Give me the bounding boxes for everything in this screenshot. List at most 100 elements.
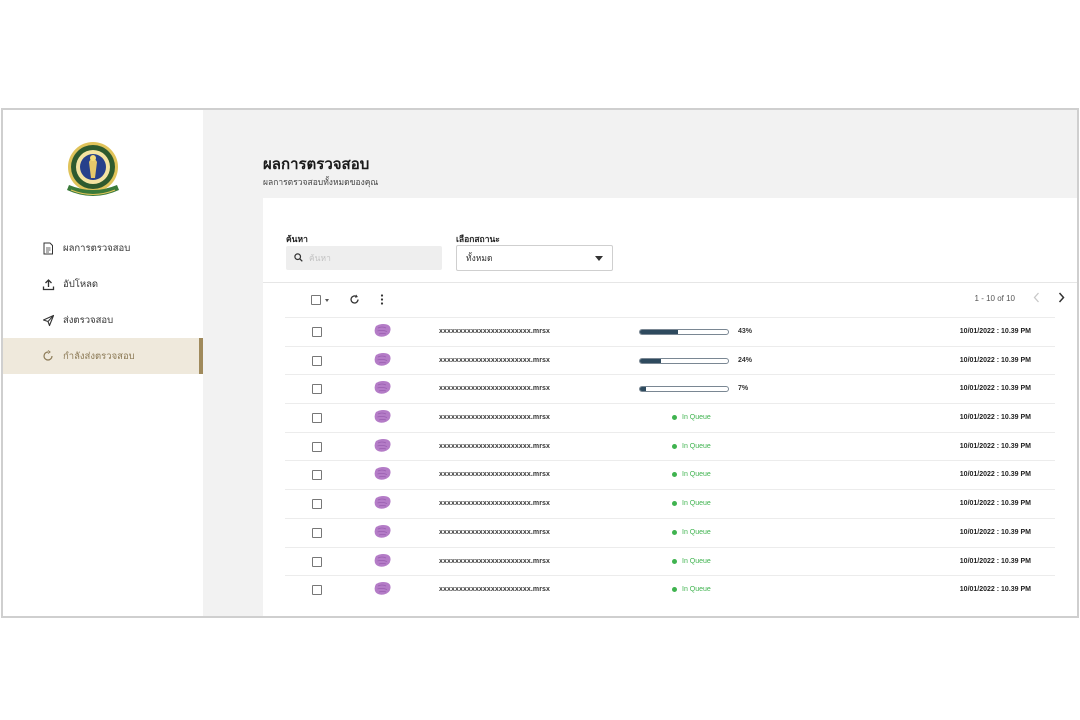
row-checkbox[interactable] <box>312 355 322 366</box>
pagination-text: 1 - 10 of 10 <box>974 293 1015 303</box>
chevron-right-icon[interactable] <box>1058 292 1065 304</box>
row-checkbox[interactable] <box>312 384 322 395</box>
file-thumbnail-icon <box>373 438 392 453</box>
file-thumbnail-icon <box>373 409 392 424</box>
row-checkbox[interactable] <box>312 413 322 424</box>
status-label: เลือกสถานะ <box>456 234 500 244</box>
table-row[interactable]: xxxxxxxxxxxxxxxxxxxxxxx.mrsx 24% 10/01/202… <box>285 345 1055 375</box>
table-row[interactable]: xxxxxxxxxxxxxxxxxxxxxxx.mrsx In Queue 10/0… <box>285 489 1055 518</box>
status-text: In Queue <box>682 471 711 479</box>
status-badge: In Queue <box>672 558 711 565</box>
chevron-down-icon <box>595 255 603 261</box>
divider <box>263 282 1077 283</box>
search-field[interactable] <box>286 246 442 270</box>
page-subtitle: ผลการตรวจสอบทั้งหมดของคุณ <box>263 177 379 187</box>
row-date: 10/01/2022 : 10.39 PM <box>959 356 1031 364</box>
more-vertical-icon[interactable] <box>380 293 384 307</box>
status-text: In Queue <box>682 414 711 422</box>
file-name: xxxxxxxxxxxxxxxxxxxxxxx.mrsx <box>439 586 551 594</box>
progress-fill <box>640 330 678 334</box>
file-thumbnail-icon <box>373 581 392 596</box>
progress-bar <box>639 329 729 335</box>
status-text: In Queue <box>682 442 711 450</box>
sidebar-item-label: ส่งตรวจสอบ <box>63 314 114 326</box>
refresh-icon[interactable] <box>349 294 360 307</box>
status-dot-icon <box>672 415 677 421</box>
progress-percent: 24% <box>738 356 753 364</box>
status-text: In Queue <box>682 557 711 565</box>
status-badge: In Queue <box>672 414 711 421</box>
table-row[interactable]: xxxxxxxxxxxxxxxxxxxxxxx.mrsx In Queue 10/0… <box>285 431 1055 461</box>
file-name: xxxxxxxxxxxxxxxxxxxxxxx.mrsx <box>439 414 551 422</box>
sidebar-item-upload[interactable]: อัปโหลด <box>3 266 203 302</box>
file-thumbnail-icon <box>373 323 392 338</box>
status-dot-icon <box>672 443 677 449</box>
file-thumbnail-icon <box>373 495 392 510</box>
file-table: xxxxxxxxxxxxxxxxxxxxxxx.mrsx 43% 10/01/202… <box>285 317 1055 604</box>
status-badge: In Queue <box>672 443 711 450</box>
sidebar-item-send[interactable]: ส่งตรวจสอบ <box>3 302 203 338</box>
status-dot-icon <box>672 587 677 593</box>
pagination: 1 - 10 of 10 <box>975 292 1065 304</box>
select-dropdown-icon[interactable] <box>325 298 329 302</box>
chevron-left-icon[interactable] <box>1033 292 1040 304</box>
loading-icon <box>41 349 55 363</box>
status-badge: In Queue <box>672 500 711 507</box>
table-row[interactable]: xxxxxxxxxxxxxxxxxxxxxxx.mrsx In Queue 10/0… <box>285 575 1055 604</box>
file-name: xxxxxxxxxxxxxxxxxxxxxxx.mrsx <box>439 528 551 536</box>
row-date: 10/01/2022 : 10.39 PM <box>959 414 1031 422</box>
main-content: ผลการตรวจสอบ ผลการตรวจสอบทั้งหมดของคุณ ค… <box>203 110 1077 616</box>
row-checkbox[interactable] <box>312 527 322 538</box>
row-checkbox[interactable] <box>312 470 322 481</box>
status-text: In Queue <box>682 586 711 594</box>
row-date: 10/01/2022 : 10.39 PM <box>959 385 1031 393</box>
sidebar-item-results[interactable]: ผลการตรวจสอบ <box>3 230 203 266</box>
search-label: ค้นหา <box>286 234 308 244</box>
row-checkbox[interactable] <box>312 499 322 510</box>
progress-percent: 7% <box>738 385 749 393</box>
table-row[interactable]: xxxxxxxxxxxxxxxxxxxxxxx.mrsx In Queue 10/0… <box>285 403 1055 432</box>
search-icon <box>294 249 303 267</box>
sidebar: ผลการตรวจสอบ อัปโหลด ส่งตรวจสอบ กำลังส่ง… <box>3 110 203 616</box>
select-all-checkbox[interactable] <box>311 295 321 305</box>
table-row[interactable]: xxxxxxxxxxxxxxxxxxxxxxx.mrsx 7% 10/01/2022… <box>285 374 1055 403</box>
status-badge: In Queue <box>672 471 711 478</box>
row-date: 10/01/2022 : 10.39 PM <box>959 471 1031 479</box>
file-thumbnail-icon <box>373 380 392 395</box>
table-row[interactable]: xxxxxxxxxxxxxxxxxxxxxxx.mrsx 43% 10/01/202… <box>285 317 1055 346</box>
status-text: In Queue <box>682 500 711 508</box>
file-thumbnail-icon <box>373 553 392 568</box>
progress-percent: 43% <box>738 328 753 335</box>
row-date: 10/01/2022 : 10.39 PM <box>959 328 1031 335</box>
file-name: xxxxxxxxxxxxxxxxxxxxxxx.mrsx <box>439 328 551 335</box>
sidebar-item-sending[interactable]: กำลังส่งตรวจสอบ <box>3 338 203 374</box>
progress-bar <box>639 357 729 364</box>
row-checkbox[interactable] <box>312 585 322 596</box>
search-input[interactable] <box>309 253 429 263</box>
document-icon <box>41 241 55 255</box>
file-thumbnail-icon <box>373 524 392 539</box>
row-checkbox[interactable] <box>312 556 322 567</box>
table-row[interactable]: xxxxxxxxxxxxxxxxxxxxxxx.mrsx In Queue 10/0… <box>285 517 1055 547</box>
table-toolbar <box>311 292 384 308</box>
sidebar-nav: ผลการตรวจสอบ อัปโหลด ส่งตรวจสอบ กำลังส่ง… <box>3 230 203 374</box>
row-checkbox[interactable] <box>312 441 322 452</box>
upload-icon <box>41 277 55 291</box>
row-checkbox[interactable] <box>312 327 322 337</box>
page-title: ผลการตรวจสอบ <box>263 156 370 173</box>
row-date: 10/01/2022 : 10.39 PM <box>959 557 1031 565</box>
status-select[interactable]: ทั้งหมด <box>456 245 613 271</box>
status-text: In Queue <box>682 528 711 536</box>
progress-fill <box>640 387 647 392</box>
status-select-value: ทั้งหมด <box>466 253 493 263</box>
university-seal-icon <box>61 140 125 202</box>
row-date: 10/01/2022 : 10.39 PM <box>959 586 1031 594</box>
status-dot-icon <box>672 529 677 535</box>
sidebar-item-label: อัปโหลด <box>63 278 99 290</box>
table-row[interactable]: xxxxxxxxxxxxxxxxxxxxxxx.mrsx In Queue 10/0… <box>285 460 1055 489</box>
progress-fill <box>640 358 662 363</box>
table-row[interactable]: xxxxxxxxxxxxxxxxxxxxxxx.mrsx In Queue 10/0… <box>285 546 1055 576</box>
send-icon <box>41 313 55 327</box>
sidebar-item-label: กำลังส่งตรวจสอบ <box>63 350 135 362</box>
file-name: xxxxxxxxxxxxxxxxxxxxxxx.mrsx <box>439 385 551 393</box>
